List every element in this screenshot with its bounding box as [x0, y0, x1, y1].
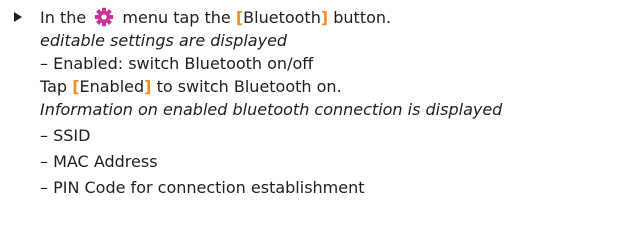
step-1-text-before: In the: [40, 8, 87, 27]
setting-enabled-text: – Enabled: switch Bluetooth on/off: [40, 54, 314, 73]
info-item-pin-code: – PIN Code for connection establishment: [40, 178, 365, 197]
bracket-close: ]: [320, 8, 329, 27]
result-1-text: editable settings are displayed: [40, 31, 288, 50]
bluetooth-button-label: Bluetooth: [243, 8, 321, 27]
gear-icon: [95, 7, 114, 27]
step-2-text-before: Tap: [40, 77, 68, 96]
step-2-text-after: to switch Bluetooth on.: [156, 77, 342, 96]
enabled-button-label: Enabled: [79, 77, 145, 96]
instruction-block: In the menu tap the [Bluetooth] button. …: [14, 6, 639, 199]
bracket-open: [: [72, 77, 80, 96]
bullet-triangle-icon: [14, 12, 22, 22]
bracket-close: ]: [144, 77, 152, 96]
step-2-line: Tap [Enabled] to switch Bluetooth on.: [14, 75, 639, 98]
step-1-line: In the menu tap the [Bluetooth] button.: [14, 6, 639, 29]
info-item-mac-address: – MAC Address: [40, 152, 158, 171]
info-item-ssid: – SSID: [40, 126, 91, 145]
step-1-text-middle: menu tap the: [122, 8, 231, 27]
result-2-text: Information on enabled bluetooth connect…: [40, 100, 503, 119]
step-1-text-after: button.: [333, 8, 392, 27]
